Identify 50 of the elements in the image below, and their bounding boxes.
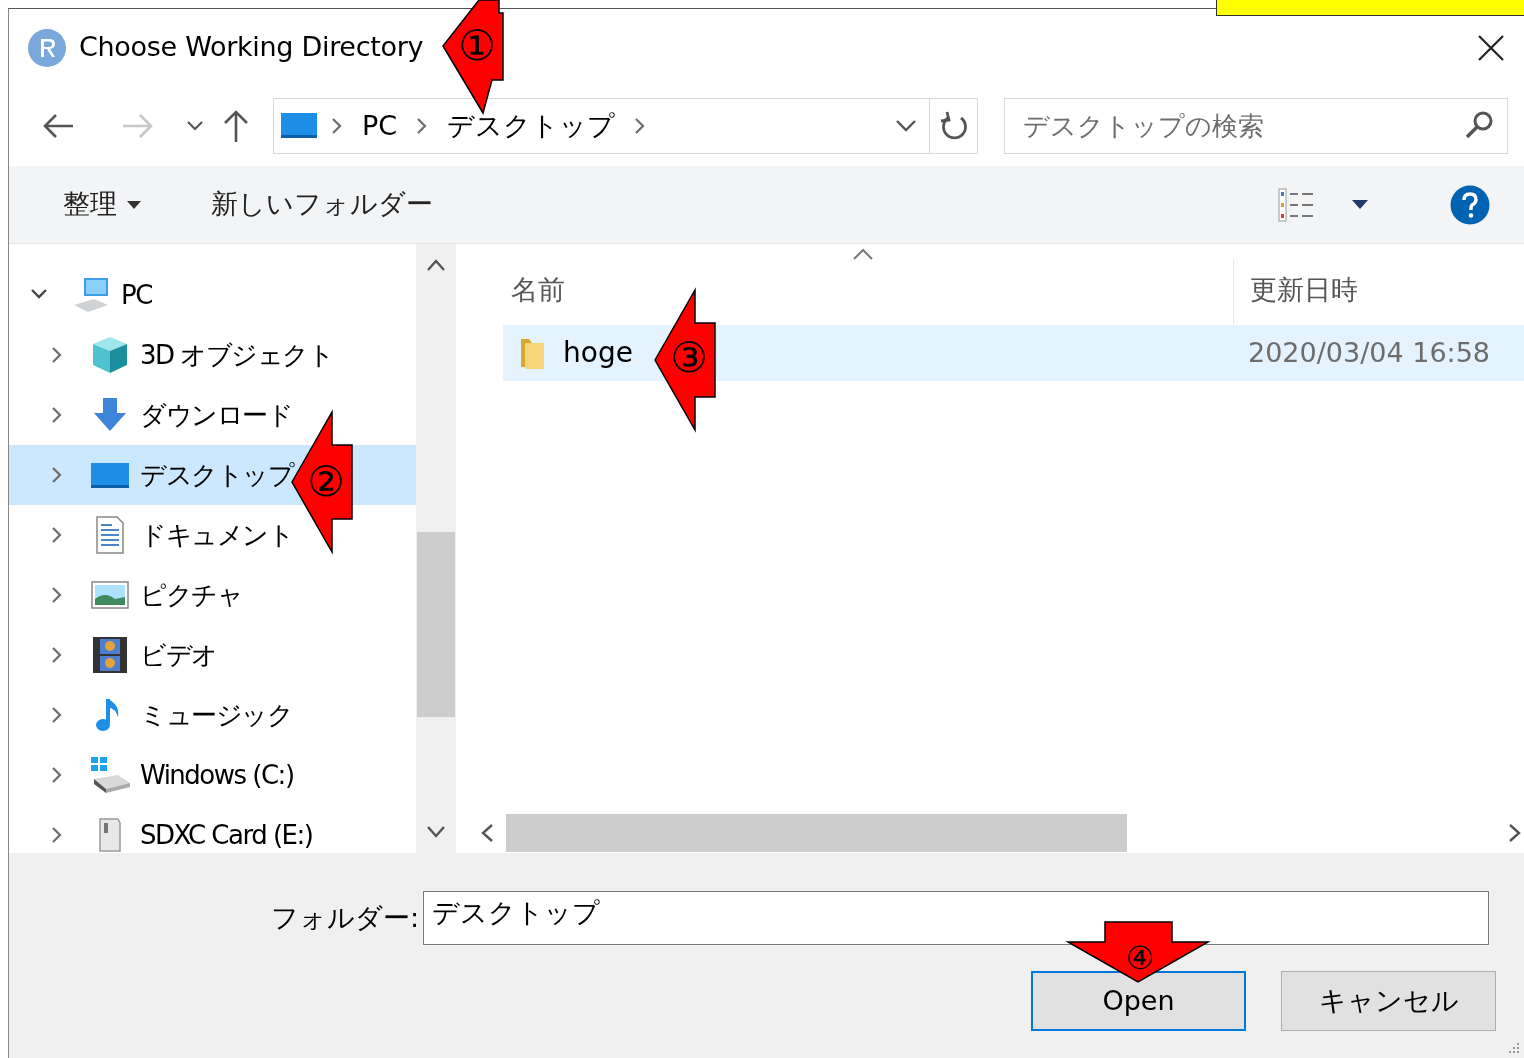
scrollbar-thumb[interactable]	[506, 814, 1127, 852]
scrollbar-thumb[interactable]	[417, 532, 455, 717]
address-bar[interactable]: PC デスクトップ	[273, 98, 978, 154]
refresh-icon	[938, 110, 969, 142]
desktop-icon	[280, 111, 318, 141]
scrollbar[interactable]	[416, 244, 456, 853]
film-icon	[90, 635, 130, 675]
callout-number: ③	[670, 337, 708, 379]
folder-label: フォルダー:	[269, 900, 420, 935]
nav-tree-item[interactable]: PC	[9, 265, 416, 325]
details-view-icon	[1278, 187, 1314, 222]
nav-tree-item[interactable]: ピクチャ	[9, 565, 416, 625]
scroll-right-icon[interactable]	[1508, 823, 1522, 843]
nav-tree-item[interactable]: ミュージック	[9, 685, 416, 745]
close-icon	[1478, 34, 1504, 61]
search-icon	[1464, 110, 1494, 140]
caret-down-icon	[127, 200, 141, 209]
cube-icon	[90, 335, 130, 375]
nav-tree-item[interactable]: ダウンロード	[9, 385, 416, 445]
organize-menu-button[interactable]: 整理	[53, 180, 151, 229]
app-logo-icon	[27, 27, 67, 68]
window-title: Choose Working Directory	[79, 30, 424, 65]
chevron-right-icon	[330, 116, 344, 136]
drive-icon	[90, 755, 130, 795]
column-header[interactable]: 更新日時	[1250, 269, 1358, 310]
column-header[interactable]: 名前	[511, 269, 1233, 310]
nav-tree-item[interactable]: ドキュメント	[9, 505, 416, 565]
caret-down-icon	[1352, 200, 1368, 209]
breadcrumb-segment[interactable]: PC	[356, 105, 404, 147]
folder-name-field[interactable]: デスクトップ	[423, 891, 1489, 945]
help-icon	[1450, 184, 1490, 225]
scroll-up-icon[interactable]	[426, 258, 446, 272]
scroll-left-icon[interactable]	[480, 823, 494, 843]
nav-tree-item[interactable]: Windows (C:)	[9, 745, 416, 805]
search-field[interactable]: デスクトップの検索	[1004, 98, 1508, 154]
cancel-button[interactable]: キャンセル	[1281, 971, 1496, 1031]
nav-tree-item[interactable]: 3D オブジェクト	[9, 325, 416, 385]
resize-grip-icon	[1508, 1042, 1520, 1054]
callout-number: ④	[1125, 942, 1155, 974]
callout-number: ①	[458, 25, 496, 67]
nav-tree-item[interactable]: ビデオ	[9, 625, 416, 685]
file-name: hoge	[563, 335, 633, 371]
open-button[interactable]: Open	[1031, 971, 1246, 1031]
scroll-down-icon[interactable]	[426, 825, 446, 839]
new-folder-button[interactable]: 新しいフォルダー	[201, 180, 443, 229]
nav-tree-item[interactable]: SDXC Card (E:)	[9, 805, 416, 865]
file-date: 2020/03/04 16:58	[1248, 335, 1491, 370]
chevron-down-icon	[895, 118, 917, 134]
breadcrumb-segment[interactable]: デスクトップ	[441, 105, 622, 147]
callout-number: ②	[307, 461, 345, 503]
